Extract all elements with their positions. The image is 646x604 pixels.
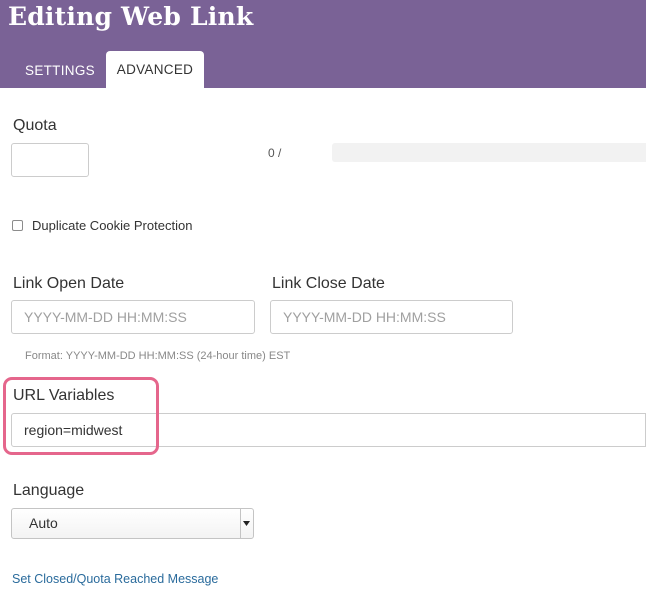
header-bar: Editing Web Link SETTINGS ADVANCED xyxy=(0,0,646,88)
tab-settings[interactable]: SETTINGS xyxy=(14,53,106,88)
url-variables-input[interactable] xyxy=(11,413,646,447)
date-format-hint: Format: YYYY-MM-DD HH:MM:SS (24-hour tim… xyxy=(25,350,291,362)
language-selected-value: Auto xyxy=(29,515,58,531)
link-open-date-label: Link Open Date xyxy=(13,275,125,292)
quota-input[interactable] xyxy=(11,143,89,177)
link-open-date-input[interactable] xyxy=(11,300,255,334)
chevron-down-icon[interactable] xyxy=(240,509,253,538)
language-select[interactable]: Auto xyxy=(11,508,254,539)
quota-count: 0 / xyxy=(268,146,282,160)
duplicate-cookie-label: Duplicate Cookie Protection xyxy=(32,218,193,233)
page-title: Editing Web Link xyxy=(8,2,254,31)
language-label: Language xyxy=(13,482,85,499)
duplicate-cookie-row[interactable]: Duplicate Cookie Protection xyxy=(12,218,192,233)
duplicate-cookie-checkbox[interactable] xyxy=(12,220,23,231)
link-close-date-input[interactable] xyxy=(270,300,513,334)
quota-label: Quota xyxy=(13,117,57,134)
set-closed-message-link[interactable]: Set Closed/Quota Reached Message xyxy=(12,572,218,586)
link-close-date-label: Link Close Date xyxy=(272,275,385,292)
tab-advanced[interactable]: ADVANCED xyxy=(106,51,204,88)
url-variables-label: URL Variables xyxy=(13,387,115,404)
quota-progress-bar xyxy=(332,143,646,162)
